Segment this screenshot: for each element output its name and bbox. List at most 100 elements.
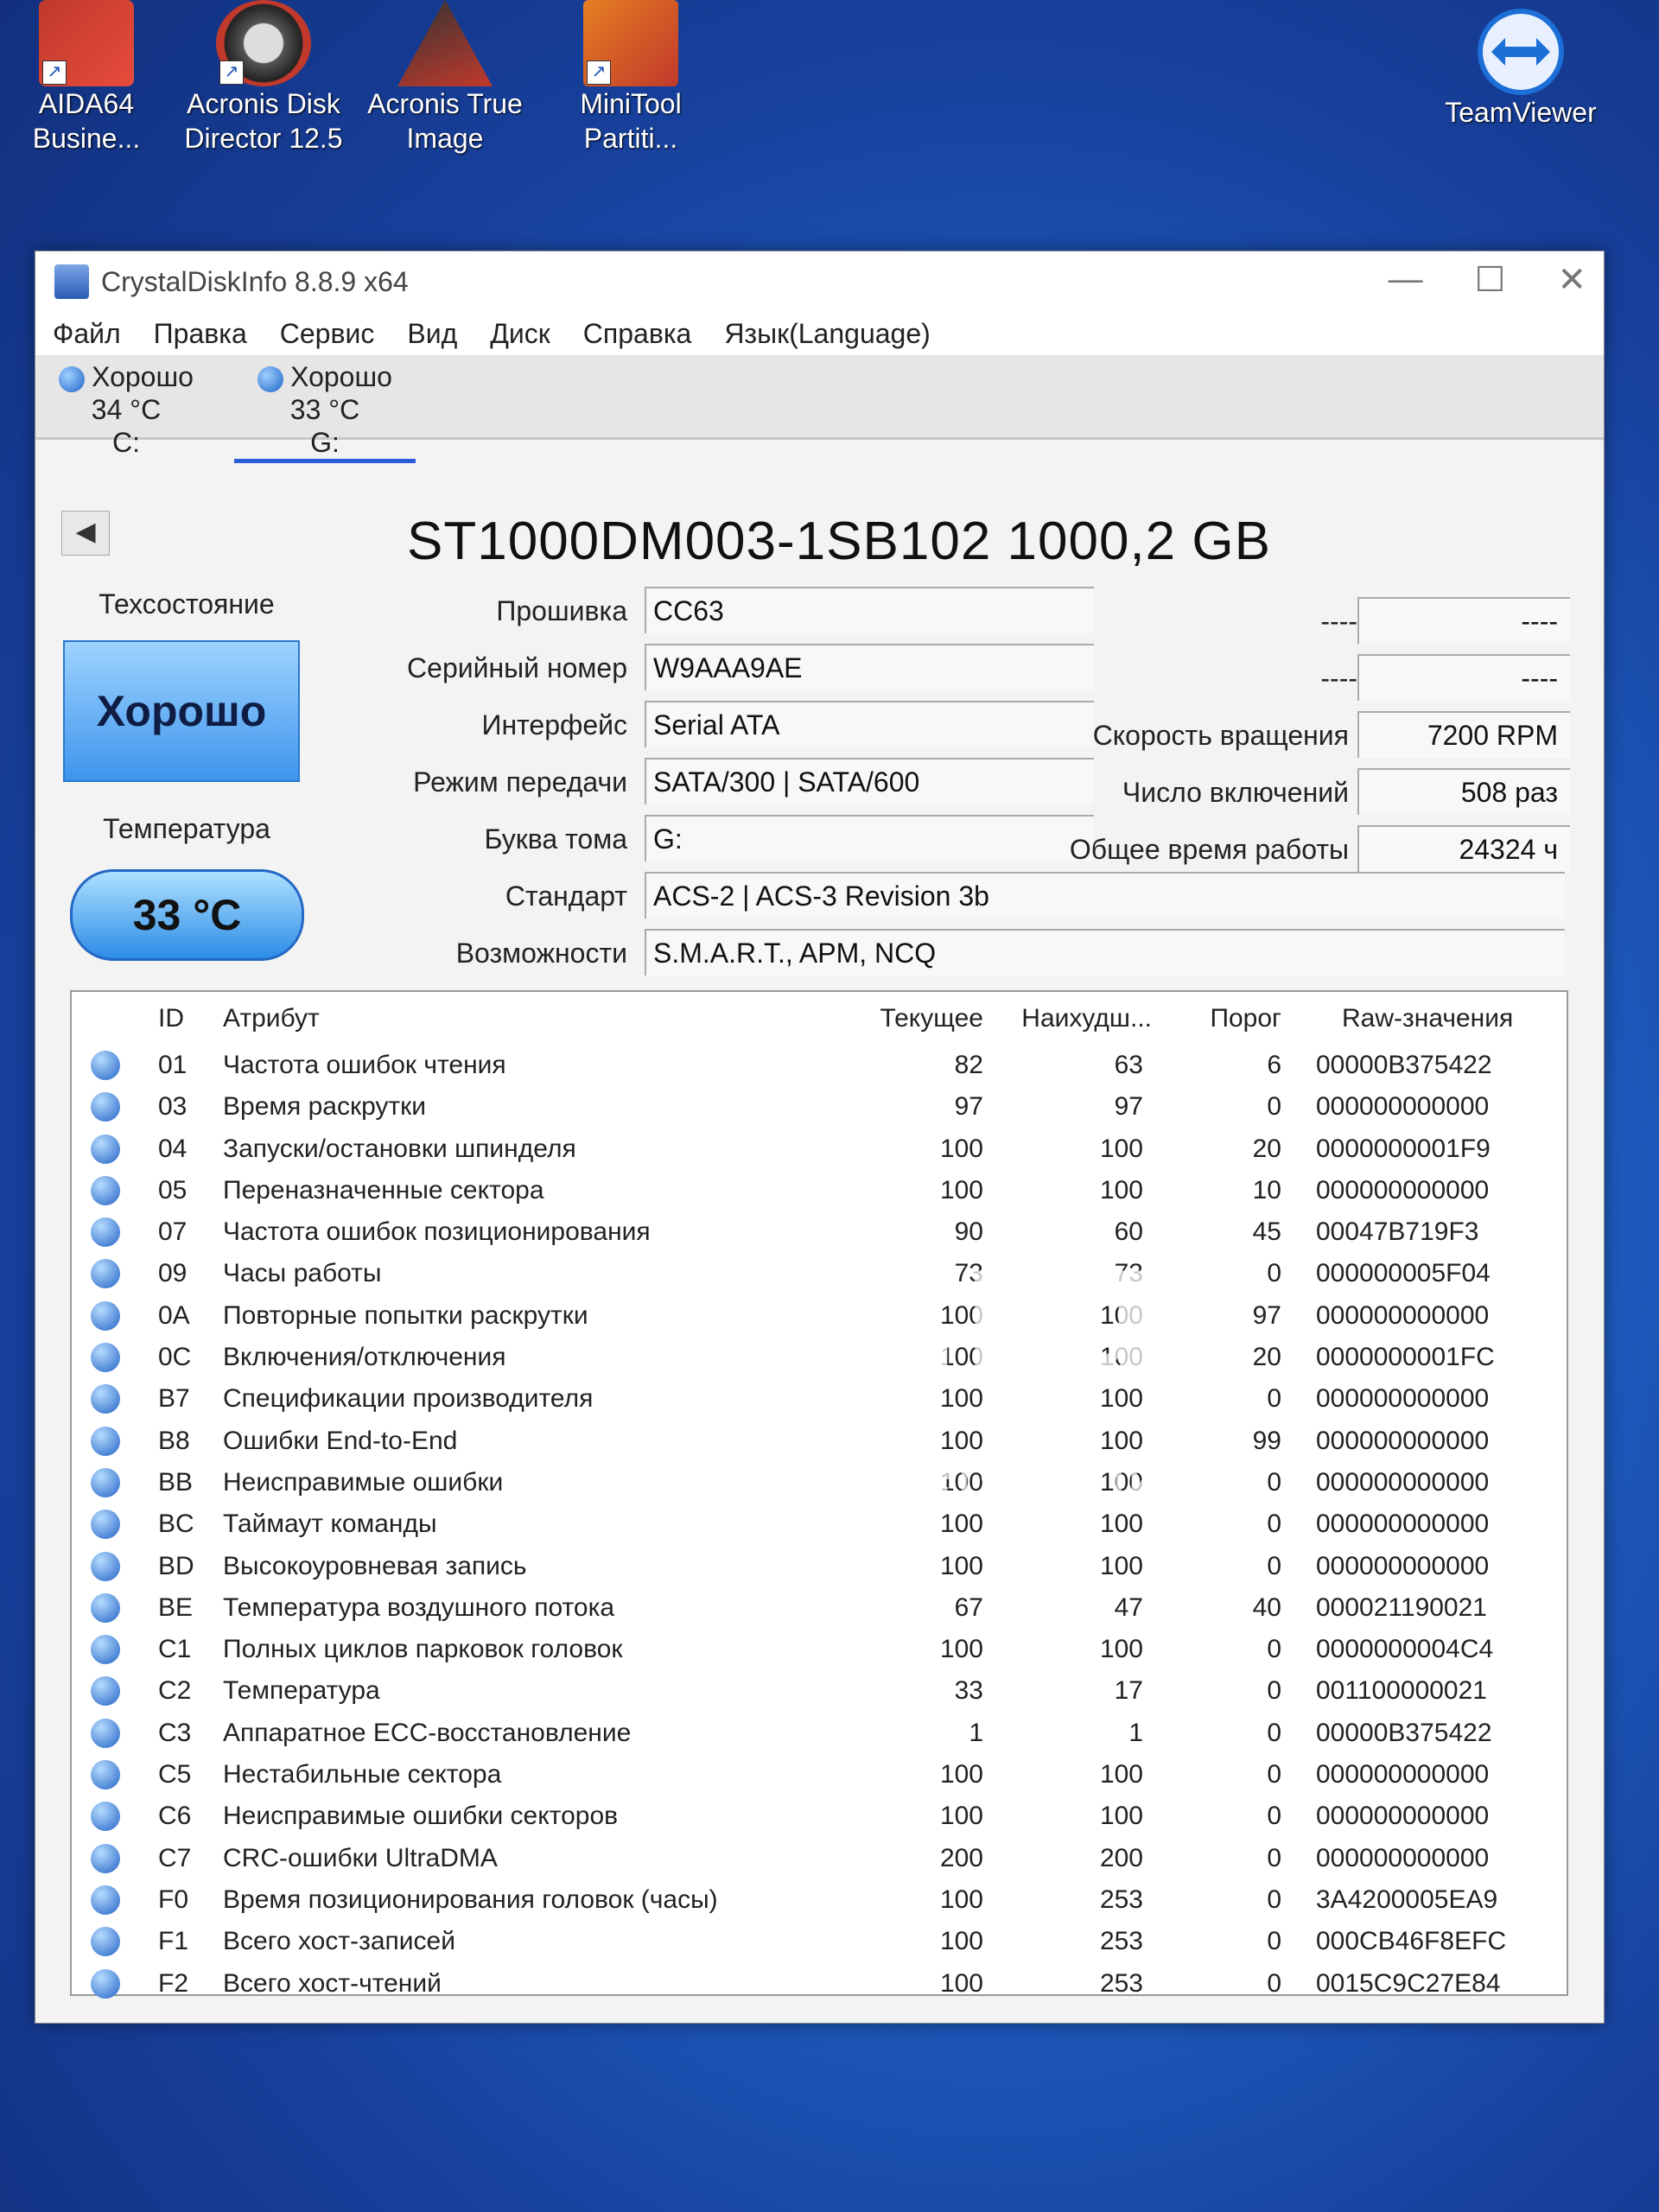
table-row[interactable]: B7 Спецификации производителя 100 100 0 00000… — [72, 1377, 1567, 1419]
table-row[interactable]: 05 Переназначенные сектора 100 100 10 0000000… — [72, 1169, 1567, 1211]
attr-id: BE — [158, 1592, 194, 1622]
table-row[interactable]: BE Температура воздушного потока 67 47 40 000… — [72, 1586, 1567, 1628]
interface-value: Serial ATA — [645, 701, 1094, 747]
table-row[interactable]: F0 Время позиционирования головок (часы) 1… — [72, 1878, 1567, 1920]
attr-name: Запуски/остановки шпинделя — [223, 1134, 576, 1163]
attr-raw: 0015C9C27E84 — [1316, 1968, 1501, 1998]
table-row[interactable]: BB Неисправимые ошибки 100 100 0 000000000000 — [72, 1461, 1567, 1503]
table-row[interactable]: 07 Частота ошибок позиционирования 90 60 45 0… — [72, 1211, 1567, 1252]
attr-threshold: 0 — [1267, 1551, 1281, 1580]
standard-label: Стандарт — [505, 880, 627, 912]
table-row[interactable]: 04 Запуски/остановки шпинделя 100 100 20 0000… — [72, 1128, 1567, 1169]
table-header: ID Атрибут Текущее Наихудш... Порог Raw-… — [72, 992, 1567, 1044]
status-dot-icon — [91, 1510, 120, 1540]
col-threshold[interactable]: Порог — [1152, 1004, 1281, 1033]
desktop-icon-label: Acronis Disk Director 12.5 — [184, 88, 343, 154]
attr-current: 100 — [939, 1134, 983, 1163]
status-dot-icon — [91, 1635, 120, 1665]
col-worst[interactable]: Наихудш... — [996, 1004, 1152, 1033]
power-on-count-value: 508 раз — [1357, 768, 1570, 815]
maximize-button[interactable]: ☐ — [1475, 260, 1506, 300]
desktop-icon-acronis-disk-director[interactable]: ↗ Acronis Disk Director 12.5 — [177, 0, 350, 156]
attr-raw: 00000B375422 — [1316, 1051, 1492, 1079]
table-row[interactable]: 03 Время раскрутки 97 97 0 000000000000 — [72, 1085, 1567, 1127]
table-row[interactable]: BC Таймаут команды 100 100 0 000000000000 — [72, 1503, 1567, 1544]
features-value: S.M.A.R.T., APM, NCQ — [645, 929, 1565, 976]
table-row[interactable]: BD Высокоуровневая запись 100 100 0 000000000… — [72, 1545, 1567, 1586]
health-status-button[interactable]: Хорошо — [63, 640, 300, 782]
table-row[interactable]: F2 Всего хост-чтений 100 253 0 0015C9C27E84 — [72, 1962, 1567, 2004]
drive-tab-c[interactable]: Хорошо 34 °C C: — [35, 360, 217, 459]
rotation-speed-value: 7200 RPM — [1357, 711, 1570, 758]
table-row[interactable]: C6 Неисправимые ошибки секторов 100 100 0 000… — [72, 1795, 1567, 1836]
attr-worst: 97 — [1114, 1092, 1143, 1122]
table-row[interactable]: F1 Всего хост-записей 100 253 0 000CB46F8EFC — [72, 1920, 1567, 1961]
col-attribute[interactable]: Атрибут — [223, 1004, 320, 1033]
attr-id: B7 — [158, 1384, 190, 1414]
attr-raw: 000000000000 — [1316, 1175, 1490, 1205]
col-current[interactable]: Текущее — [845, 1004, 983, 1033]
attr-raw: 000000000000 — [1316, 1384, 1490, 1414]
col-raw[interactable]: Raw-значения — [1342, 1004, 1513, 1033]
attr-name: Переназначенные сектора — [223, 1175, 544, 1205]
serial-value: W9AAA9AE — [645, 644, 1094, 690]
attr-current: 100 — [939, 1510, 983, 1539]
power-on-hours-value: 24324 ч — [1357, 825, 1570, 872]
attr-id: F2 — [158, 1968, 189, 1998]
smart-attributes-table[interactable]: ID Атрибут Текущее Наихудш... Порог Raw-… — [70, 990, 1568, 1999]
attr-threshold: 20 — [1252, 1134, 1281, 1163]
status-dot-icon — [59, 365, 86, 392]
table-row[interactable]: 0A Повторные попытки раскрутки 100 100 97 000… — [72, 1294, 1567, 1336]
title-bar[interactable]: CrystalDiskInfo 8.8.9 x64 — ☐ ✕ — [35, 251, 1604, 312]
minimize-button[interactable]: — — [1389, 260, 1423, 300]
table-row[interactable]: 0C Включения/отключения 100 100 20 0000000001… — [72, 1336, 1567, 1377]
table-row[interactable]: B8 Ошибки End-to-End 100 100 99 000000000000 — [72, 1420, 1567, 1461]
menu-file[interactable]: Файл — [53, 318, 121, 350]
attr-raw: 000000000000 — [1316, 1510, 1490, 1539]
attr-worst: 73 — [1114, 1259, 1143, 1288]
table-row[interactable]: C7 CRC-ошибки UltraDMA 200 200 0 000000000000 — [72, 1837, 1567, 1878]
desktop-icon-aida64[interactable]: ↗ AIDA64 Busine... — [0, 0, 173, 156]
status-dot-icon — [91, 1843, 120, 1873]
features-label: Возможности — [455, 938, 627, 969]
table-row[interactable]: 01 Частота ошибок чтения 82 63 6 00000B375422 — [72, 1044, 1567, 1085]
previous-disk-button[interactable]: ◀ — [61, 511, 110, 556]
menu-service[interactable]: Сервис — [280, 318, 375, 350]
table-row[interactable]: C1 Полных циклов парковок головок 100 100 0 0… — [72, 1628, 1567, 1669]
drive-tab-g[interactable]: Хорошо 33 °C G: — [234, 360, 416, 463]
attr-name: Включения/отключения — [223, 1343, 506, 1372]
attr-threshold: 0 — [1267, 1384, 1281, 1414]
status-dot-icon — [91, 1676, 120, 1707]
desktop-icon-acronis-true-image[interactable]: Acronis True Image — [359, 0, 531, 156]
status-dot-icon — [91, 1384, 120, 1414]
menu-help[interactable]: Справка — [583, 318, 692, 350]
attr-threshold: 0 — [1267, 1092, 1281, 1122]
menu-disk[interactable]: Диск — [490, 318, 550, 350]
menu-edit[interactable]: Правка — [154, 318, 247, 350]
desktop-icon-label: TeamViewer — [1445, 97, 1597, 128]
table-row[interactable]: C5 Нестабильные сектора 100 100 0 00000000000… — [72, 1753, 1567, 1795]
attr-name: Всего хост-записей — [223, 1927, 455, 1956]
table-row[interactable]: C3 Аппаратное ECC-восстановление 1 1 0 00000B… — [72, 1712, 1567, 1753]
crystaldiskinfo-window: CrystalDiskInfo 8.8.9 x64 — ☐ ✕ Файл Пра… — [35, 251, 1605, 2024]
col-id[interactable]: ID — [158, 1004, 184, 1033]
attr-id: 05 — [158, 1175, 188, 1205]
attr-raw: 000000000000 — [1316, 1760, 1490, 1789]
table-row[interactable]: 09 Часы работы 73 73 0 000000005F04 — [72, 1252, 1567, 1294]
attr-worst: 100 — [1099, 1510, 1143, 1539]
attr-id: F1 — [158, 1927, 189, 1956]
close-button[interactable]: ✕ — [1557, 260, 1586, 300]
status-dot-icon — [91, 1300, 120, 1331]
attr-threshold: 99 — [1252, 1426, 1281, 1455]
status-dot-icon — [91, 1760, 120, 1790]
status-dot-icon — [91, 1217, 120, 1248]
desktop-icon-teamviewer[interactable]: TeamViewer — [1434, 9, 1607, 130]
desktop-icon-minitool[interactable]: ↗ MiniTool Partiti... — [544, 0, 717, 156]
table-row[interactable]: C2 Температура 33 17 0 001100000021 — [72, 1669, 1567, 1711]
menu-language[interactable]: Язык(Language) — [724, 318, 930, 350]
attr-raw: 000000000000 — [1316, 1300, 1490, 1330]
teamviewer-icon — [1478, 9, 1564, 95]
status-dot-icon — [91, 1092, 120, 1122]
menu-view[interactable]: Вид — [407, 318, 457, 350]
attr-threshold: 0 — [1267, 1843, 1281, 1872]
